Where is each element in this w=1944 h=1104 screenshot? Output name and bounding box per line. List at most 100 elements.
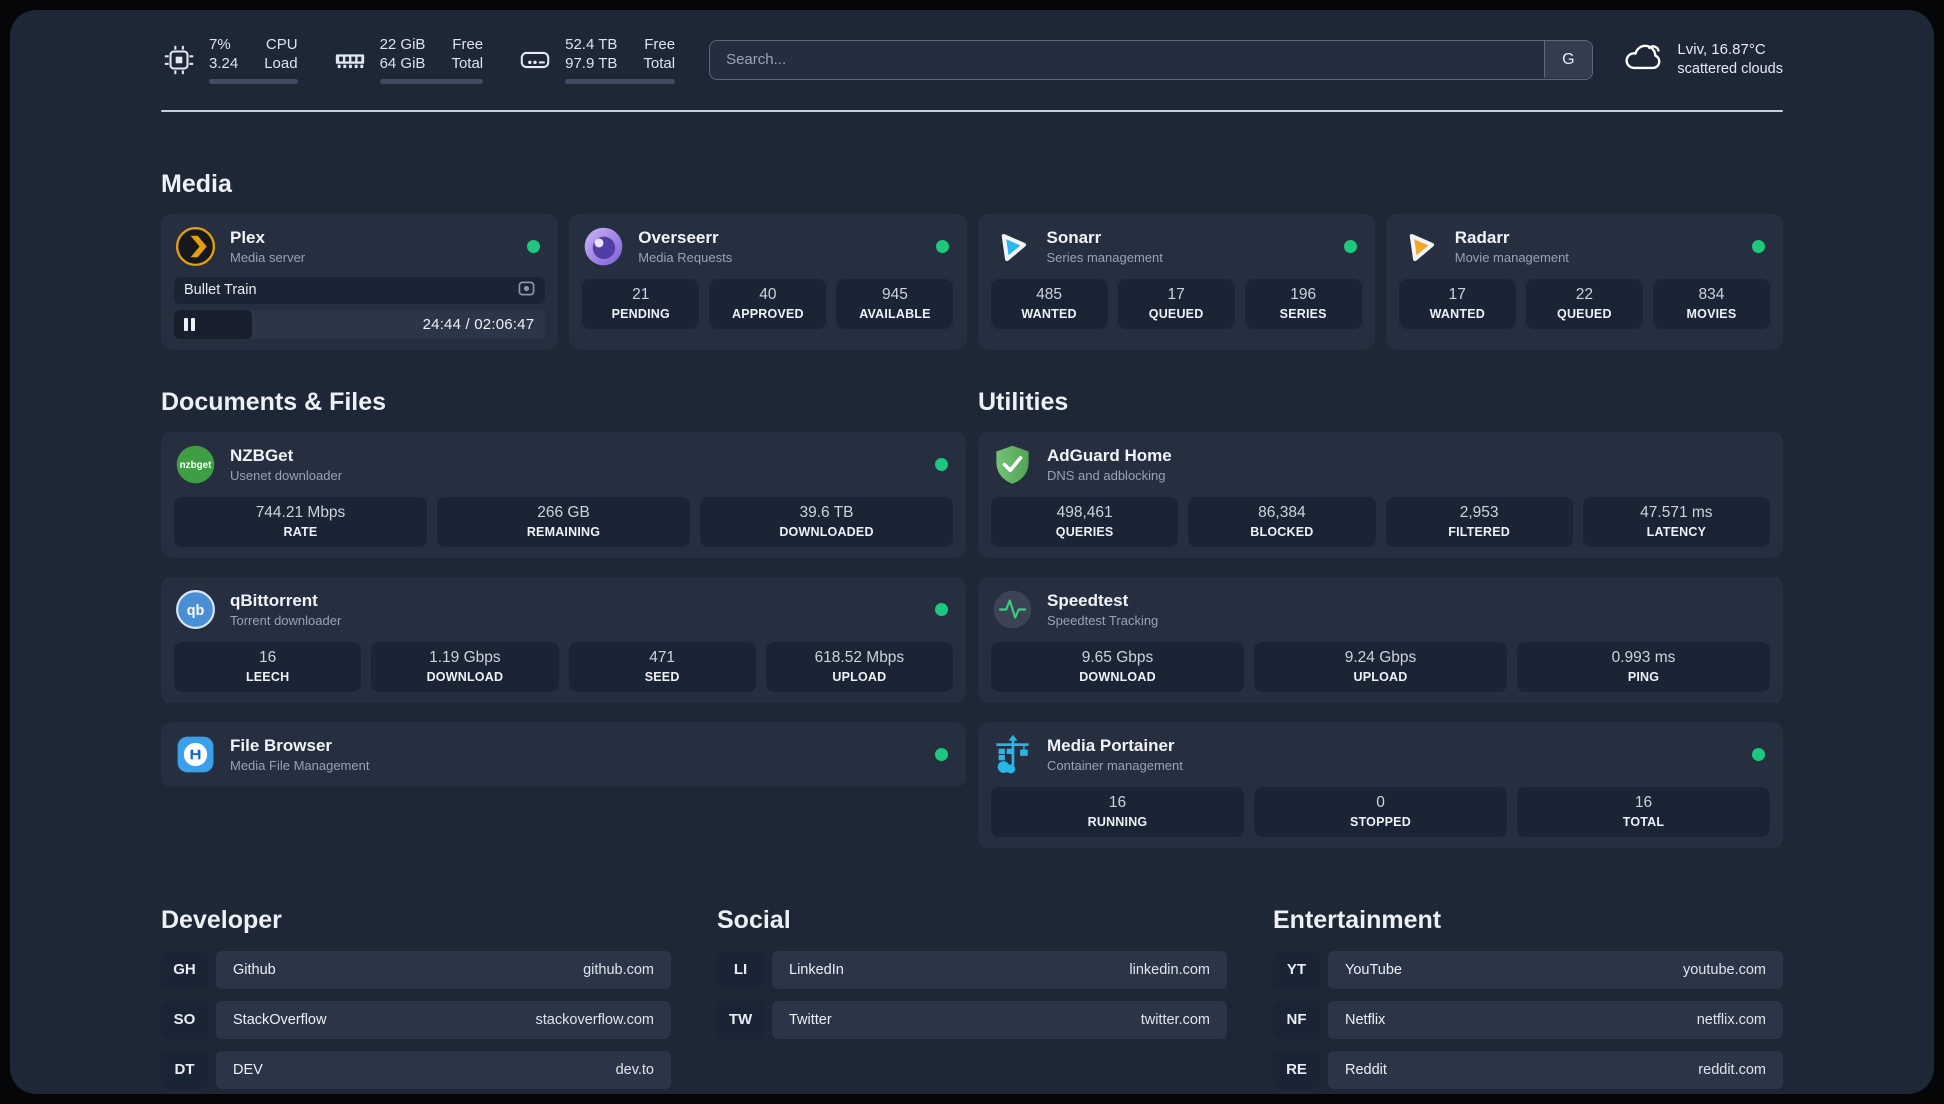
overseerr-desc: Media Requests [638, 249, 733, 265]
nzbget-icon: nzbget [174, 443, 217, 486]
weather-condition: scattered clouds [1677, 61, 1783, 78]
memory-total-label: Total [451, 54, 484, 72]
qbittorrent-card[interactable]: qb qBittorrent Torrent downloader 16 LEEC… [161, 576, 966, 703]
disk-total-value: 97.9 TB [565, 54, 618, 72]
sonarr-icon [991, 225, 1034, 268]
stat-ping: 0.993 ms PING [1517, 641, 1770, 692]
stat-rate: 744.21 Mbps RATE [174, 496, 427, 547]
qbittorrent-icon: qb [174, 588, 217, 631]
adguard-icon [991, 443, 1034, 486]
media-grid: Plex Media server Bullet Train 24:44 / 0 [161, 213, 1783, 350]
link-pill[interactable]: Reddit reddit.com [1328, 1050, 1783, 1089]
status-dot [1752, 239, 1765, 253]
sonarr-name: Sonarr [1046, 227, 1102, 247]
link-reddit: RE Reddit reddit.com [1273, 1050, 1783, 1089]
link-pill[interactable]: Github github.com [216, 950, 671, 989]
stat-downloaded: 39.6 TB DOWNLOADED [700, 496, 953, 547]
section-title-entertainment: Entertainment [1273, 905, 1442, 934]
sonarr-desc: Series management [1046, 249, 1163, 265]
playback-elapsed [174, 309, 252, 339]
filebrowser-card[interactable]: File Browser Media File Management [161, 721, 966, 787]
link-pill[interactable]: LinkedIn linkedin.com [772, 950, 1227, 989]
link-abbr: GH [161, 950, 208, 989]
stat-wanted: 485 WANTED [990, 278, 1108, 329]
status-dot [935, 457, 948, 471]
link-abbr: NF [1273, 1000, 1320, 1039]
memory-free-label: Free [452, 36, 484, 53]
stat-running: 16 RUNNING [991, 786, 1244, 837]
memory-progress-bar [379, 78, 484, 84]
speedtest-icon [991, 588, 1034, 631]
section-title-social: Social [717, 905, 791, 934]
link-pill[interactable]: Netflix netflix.com [1328, 1000, 1783, 1039]
speedtest-desc: Speedtest Tracking [1047, 612, 1159, 628]
link-pill[interactable]: DEV dev.to [216, 1050, 671, 1089]
portainer-icon [991, 733, 1034, 776]
link-abbr: YT [1273, 950, 1320, 989]
cpu-label: CPU [265, 36, 298, 53]
cpu-load-label: Load [264, 54, 298, 72]
weather-widget: Lviv, 16.87°C scattered clouds [1621, 37, 1783, 82]
search-bar: G [709, 39, 1594, 80]
link-abbr: TW [717, 1000, 764, 1039]
stat-wanted: 17 WANTED [1398, 278, 1516, 329]
stat-available: 945 AVAILABLE [836, 278, 954, 329]
link-abbr: RE [1273, 1050, 1320, 1089]
now-playing-title: Bullet Train [184, 282, 257, 298]
search-input[interactable] [709, 39, 1594, 80]
cpu-progress-bar [209, 78, 298, 84]
playback-progress-bar[interactable]: 24:44 / 02:06:47 [174, 309, 546, 339]
pause-icon[interactable] [184, 317, 195, 331]
portainer-card[interactable]: Media Portainer Container management 16 R… [978, 721, 1783, 848]
link-pill[interactable]: YouTube youtube.com [1328, 950, 1783, 989]
stat-series: 196 SERIES [1244, 278, 1362, 329]
status-dot [935, 747, 948, 761]
disk-stat: 52.4 TB 97.9 TB Free Total [517, 36, 676, 84]
filebrowser-name: File Browser [230, 735, 333, 755]
sonarr-card[interactable]: Sonarr Series management 485 WANTED 17 QUE… [977, 213, 1375, 350]
section-title-utilities: Utilities [978, 387, 1069, 416]
stat-seed: 471 SEED [568, 641, 756, 692]
speedtest-card[interactable]: Speedtest Speedtest Tracking 9.65 Gbps DO… [978, 576, 1783, 703]
memory-icon [332, 42, 368, 78]
filebrowser-icon [174, 733, 217, 776]
disk-icon [517, 42, 553, 78]
radarr-icon [1399, 225, 1442, 268]
status-dot [1343, 239, 1357, 253]
link-pill[interactable]: StackOverflow stackoverflow.com [216, 1000, 671, 1039]
adguard-name: AdGuard Home [1047, 445, 1172, 465]
status-dot [527, 239, 541, 253]
adguard-card[interactable]: AdGuard Home DNS and adblocking 498,461 Q… [978, 431, 1783, 558]
search-engine-button[interactable]: G [1543, 41, 1592, 79]
stat-leech: 16 LEECH [174, 641, 362, 692]
top-bar: 7% 3.24 CPU Load 22 GiB 64 GiB Free Tota… [161, 36, 1783, 84]
portainer-name: Media Portainer [1047, 735, 1175, 755]
link-dev: DT DEV dev.to [161, 1050, 671, 1089]
link-stackoverflow: SO StackOverflow stackoverflow.com [161, 1000, 671, 1039]
overseerr-card[interactable]: Overseerr Media Requests 21 PENDING 40 APP… [569, 213, 967, 350]
memory-stat: 22 GiB 64 GiB Free Total [332, 36, 484, 84]
section-title-developer: Developer [161, 905, 282, 934]
nzbget-card[interactable]: nzbget NZBGet Usenet downloader 744.21 M… [161, 431, 966, 558]
portainer-desc: Container management [1047, 757, 1183, 773]
link-abbr: LI [717, 950, 764, 989]
stat-filtered: 2,953 FILTERED [1385, 496, 1573, 547]
bookmarks-developer: Developer GH Github github.com SO StackOv… [161, 906, 671, 1089]
link-netflix: NF Netflix netflix.com [1273, 1000, 1783, 1039]
weather-location: Lviv, 16.87°C [1677, 40, 1766, 58]
radarr-card[interactable]: Radarr Movie management 17 WANTED 22 QUEUE… [1385, 213, 1783, 350]
cpu-stat: 7% 3.24 CPU Load [161, 36, 298, 84]
stat-movies: 834 MOVIES [1652, 278, 1770, 329]
radarr-name: Radarr [1454, 227, 1510, 247]
link-abbr: SO [161, 1000, 208, 1039]
stat-latency: 47.571 ms LATENCY [1582, 496, 1770, 547]
filebrowser-desc: Media File Management [230, 757, 370, 773]
link-pill[interactable]: Twitter twitter.com [772, 1000, 1227, 1039]
plex-card[interactable]: Plex Media server Bullet Train 24:44 / 0 [161, 213, 559, 350]
plex-desc: Media server [230, 249, 306, 265]
stat-approved: 40 APPROVED [709, 278, 827, 329]
status-dot [935, 239, 949, 253]
stat-stopped: 0 STOPPED [1254, 786, 1507, 837]
plex-name: Plex [230, 227, 265, 247]
cpu-load-value: 3.24 [209, 54, 239, 72]
